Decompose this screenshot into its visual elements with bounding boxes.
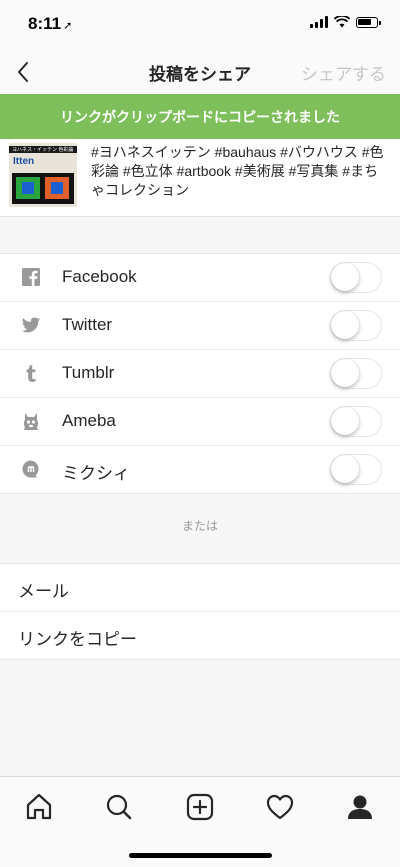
- share-label-ameba: Ameba: [62, 411, 116, 430]
- facebook-icon: [22, 268, 40, 286]
- share-label-mixi: ミクシィ: [62, 464, 130, 483]
- location-arrow-icon: ➚: [63, 20, 73, 32]
- home-indicator: [129, 853, 272, 858]
- status-icons: [310, 16, 381, 28]
- heart-icon: [266, 794, 294, 820]
- tab-add-post[interactable]: [184, 791, 216, 823]
- status-time: 8:11 ➚: [28, 14, 72, 34]
- tab-profile[interactable]: [344, 791, 376, 823]
- share-row-twitter: Twitter: [0, 301, 400, 349]
- toggle-knob: [331, 407, 359, 435]
- home-icon: [26, 793, 52, 820]
- copy-link-option[interactable]: リンクをコピー: [0, 611, 400, 659]
- add-post-icon: [186, 793, 214, 821]
- copy-link-option-label: リンクをコピー: [18, 630, 137, 649]
- thumbnail-band-text: ヨハネス・イッテン 色彩論: [12, 147, 74, 153]
- social-share-list: Facebook Twitter Tumblr Ameba ミクシィ: [0, 253, 400, 494]
- clock: 8:11: [28, 14, 62, 33]
- tumblr-toggle[interactable]: [330, 358, 382, 389]
- profile-icon: [348, 795, 372, 819]
- toggle-knob: [331, 359, 359, 387]
- toggle-knob: [331, 455, 359, 483]
- share-button[interactable]: シェアする: [301, 60, 386, 85]
- share-label-twitter: Twitter: [62, 315, 113, 334]
- mixi-toggle[interactable]: [330, 454, 382, 485]
- nav-bar: 投稿をシェア シェアする: [0, 50, 400, 94]
- other-options-list: メール リンクをコピー: [0, 563, 400, 660]
- share-row-facebook: Facebook: [0, 254, 400, 301]
- post-caption: #ヨハネスイッテン #bauhaus #バウハウス #色彩論 #色立体 #art…: [91, 144, 384, 198]
- share-label-tumblr: Tumblr: [62, 363, 115, 382]
- share-row-tumblr: Tumblr: [0, 349, 400, 397]
- cellular-signal-icon: [310, 16, 328, 28]
- share-row-mixi: ミクシィ: [0, 445, 400, 493]
- thumbnail-title: Itten: [13, 156, 35, 167]
- mixi-icon: [22, 460, 39, 478]
- tab-search[interactable]: [103, 791, 135, 823]
- copied-toast: リンクがクリップボードにコピーされました: [0, 94, 400, 139]
- email-option[interactable]: メール: [0, 564, 400, 611]
- wifi-icon: [334, 16, 350, 28]
- tumblr-icon: [26, 365, 36, 382]
- email-option-label: メール: [18, 582, 69, 601]
- ameba-toggle[interactable]: [330, 406, 382, 437]
- status-bar: 8:11 ➚: [0, 0, 400, 50]
- ameba-icon: [23, 413, 39, 430]
- tab-home[interactable]: [23, 791, 55, 823]
- toggle-knob: [331, 311, 359, 339]
- share-label-facebook: Facebook: [62, 267, 137, 286]
- tab-activity[interactable]: [264, 791, 296, 823]
- post-preview: ヨハネス・イッテン 色彩論 Itten #ヨハネスイッテン #bauhaus #…: [0, 139, 400, 217]
- post-thumbnail: ヨハネス・イッテン 色彩論 Itten: [9, 143, 77, 207]
- facebook-toggle[interactable]: [330, 262, 382, 293]
- or-divider-label: または: [181, 519, 218, 533]
- search-icon: [106, 794, 132, 820]
- twitter-toggle[interactable]: [330, 310, 382, 341]
- share-row-ameba: Ameba: [0, 397, 400, 445]
- battery-icon: [356, 16, 381, 28]
- toggle-knob: [331, 263, 359, 291]
- twitter-icon: [21, 317, 41, 333]
